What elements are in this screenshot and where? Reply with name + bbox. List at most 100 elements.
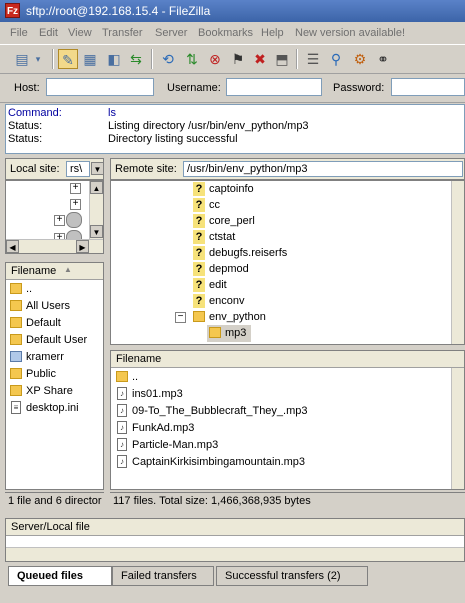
remote-site-bar: Remote site: /usr/bin/env_python/mp3 (110, 158, 465, 180)
host-input[interactable] (46, 78, 154, 96)
username-input[interactable] (226, 78, 322, 96)
tree-item-selected[interactable]: mp3 (207, 325, 251, 342)
process-queue-icon[interactable]: ⇅ (182, 49, 202, 69)
remote-site-path[interactable]: /usr/bin/env_python/mp3 (183, 161, 463, 177)
chevron-down-icon[interactable]: ▼ (91, 162, 104, 175)
directory-comparison-icon[interactable]: ☰ (303, 49, 323, 69)
toolbar-separator (52, 49, 54, 69)
unknown-icon: ? (193, 182, 205, 196)
folder-icon (10, 300, 22, 311)
queue-hscrollbar[interactable] (6, 547, 464, 561)
remote-list-scrollbar[interactable] (451, 368, 464, 489)
disconnect-icon[interactable]: ⚑ (228, 49, 248, 69)
menu-view[interactable]: View (68, 27, 92, 39)
toggle-remote-tree-icon[interactable]: ◧ (104, 49, 124, 69)
remote-status-text: 117 files. Total size: 1,466,368,935 byt… (113, 495, 311, 507)
speed-limit-icon[interactable]: ⚙ (350, 49, 370, 69)
list-item[interactable]: All Users (8, 298, 100, 315)
list-item[interactable]: ♪ CaptainKirkisimbingamountain.mp3 (114, 454, 444, 471)
menu-new-version[interactable]: New version available! (295, 27, 405, 39)
audio-file-icon: ♪ (117, 387, 127, 400)
menu-file[interactable]: File (10, 27, 28, 39)
menu-server[interactable]: Server (155, 27, 187, 39)
menu-bookmarks[interactable]: Bookmarks (198, 27, 253, 39)
sync-browsing-icon[interactable]: ⚲ (326, 49, 346, 69)
tree-item[interactable]: ? cc (191, 197, 391, 214)
expand-icon[interactable]: + (70, 183, 81, 194)
remote-directory-tree[interactable]: ? captoinfo ? cc ? core_perl ? ctstat ? … (110, 180, 465, 345)
audio-file-icon: ♪ (117, 404, 127, 417)
tab-successful-transfers[interactable]: Successful transfers (2) (216, 566, 368, 586)
list-item[interactable]: Default (8, 315, 100, 332)
refresh-icon[interactable]: ⟲ (158, 49, 178, 69)
site-manager-dropdown-icon[interactable]: ▾ (32, 49, 44, 69)
expand-icon[interactable]: + (54, 215, 65, 226)
toggle-queue-icon[interactable]: ⇆ (126, 49, 146, 69)
toggle-message-log-icon[interactable]: ✎ (58, 49, 78, 69)
folder-icon (209, 327, 221, 338)
collapse-icon[interactable]: − (175, 312, 186, 323)
password-input[interactable] (391, 78, 465, 96)
tab-failed-transfers[interactable]: Failed transfers (112, 566, 214, 586)
local-tree-hscrollbar[interactable]: ◀ ▶ (6, 239, 103, 253)
audio-file-icon: ♪ (117, 438, 127, 451)
tree-item[interactable]: ? core_perl (191, 213, 391, 230)
list-item[interactable]: .. (114, 369, 444, 386)
scroll-down-icon[interactable]: ▼ (90, 225, 103, 238)
list-item[interactable]: ♪ 09-To_The_Bubblecraft_They_.mp3 (114, 403, 444, 420)
local-directory-tree[interactable]: + + + + ▲ ▼ ◀ ▶ (5, 180, 104, 254)
tree-item[interactable]: ? enconv (191, 293, 391, 310)
tree-item[interactable]: ? captoinfo (191, 181, 391, 198)
remote-filename-header[interactable]: Filename (111, 351, 464, 368)
scroll-up-icon[interactable]: ▲ (90, 181, 103, 194)
folder-icon (10, 368, 22, 379)
menu-bar: File Edit View Transfer Server Bookmarks… (0, 25, 465, 43)
local-filename-header[interactable]: Filename ▲ (6, 263, 103, 280)
message-log[interactable]: Command: ls Status: Listing directory /u… (5, 104, 465, 154)
toolbar-separator (296, 49, 298, 69)
queue-server-local-header[interactable]: Server/Local file (6, 519, 464, 536)
remote-tree-scrollbar[interactable] (451, 181, 464, 344)
local-status-bar: 1 file and 6 director (5, 492, 104, 510)
tree-item[interactable]: ? depmod (191, 261, 391, 278)
local-tree-scrollbar[interactable]: ▲ ▼ (89, 181, 103, 239)
unknown-icon: ? (193, 214, 205, 228)
tree-item[interactable]: ? debugfs.reiserfs (191, 245, 391, 262)
tree-item[interactable]: ? ctstat (191, 229, 391, 246)
list-item[interactable]: Default User (8, 332, 100, 349)
list-item[interactable]: ♪ Particle-Man.mp3 (114, 437, 444, 454)
remote-file-list[interactable]: Filename .. ♪ ins01.mp3 ♪ 09-To_The_Bubb… (110, 350, 465, 490)
list-item[interactable]: kramerr (8, 349, 100, 366)
menu-edit[interactable]: Edit (39, 27, 58, 39)
menu-transfer[interactable]: Transfer (102, 27, 143, 39)
transfer-queue[interactable]: Server/Local file (5, 518, 465, 562)
local-site-label: Local site: (10, 163, 60, 175)
menu-help[interactable]: Help (261, 27, 284, 39)
list-item[interactable]: ≡ desktop.ini (8, 400, 100, 417)
toolbar: ▤ ▾ ✎ ▦ ◧ ⇆ ⟲ ⇅ ⊗ ⚑ ✖ ⬒ ☰ ⚲ ⚙ ⚭ (0, 44, 465, 74)
tree-item[interactable]: ? edit (191, 277, 391, 294)
toggle-local-tree-icon[interactable]: ▦ (80, 49, 100, 69)
unknown-icon: ? (193, 198, 205, 212)
list-item[interactable]: Public (8, 366, 100, 383)
local-file-list[interactable]: Filename ▲ .. All Users Default Default … (5, 262, 104, 490)
search-remote-icon[interactable]: ⚭ (373, 49, 393, 69)
site-manager-icon[interactable]: ▤ (12, 49, 32, 69)
list-item[interactable]: XP Share (8, 383, 100, 400)
cancel-icon[interactable]: ⊗ (205, 49, 225, 69)
list-item[interactable]: ♪ FunkAd.mp3 (114, 420, 444, 437)
scroll-left-icon[interactable]: ◀ (6, 240, 19, 253)
filter-icon[interactable]: ⬒ (272, 49, 292, 69)
folder-icon (10, 317, 22, 328)
expand-icon[interactable]: + (70, 199, 81, 210)
reconnect-icon[interactable]: ✖ (250, 49, 270, 69)
local-site-path[interactable]: rs\ (66, 161, 90, 177)
scroll-right-icon[interactable]: ▶ (76, 240, 89, 253)
folder-up-icon (116, 371, 128, 382)
tab-queued-files[interactable]: Queued files (8, 566, 112, 586)
local-status-text: 1 file and 6 director (8, 495, 102, 507)
list-item[interactable]: ♪ ins01.mp3 (114, 386, 444, 403)
list-item[interactable]: .. (8, 281, 100, 298)
tree-item[interactable]: env_python (191, 309, 391, 326)
host-label: Host: (14, 82, 40, 94)
